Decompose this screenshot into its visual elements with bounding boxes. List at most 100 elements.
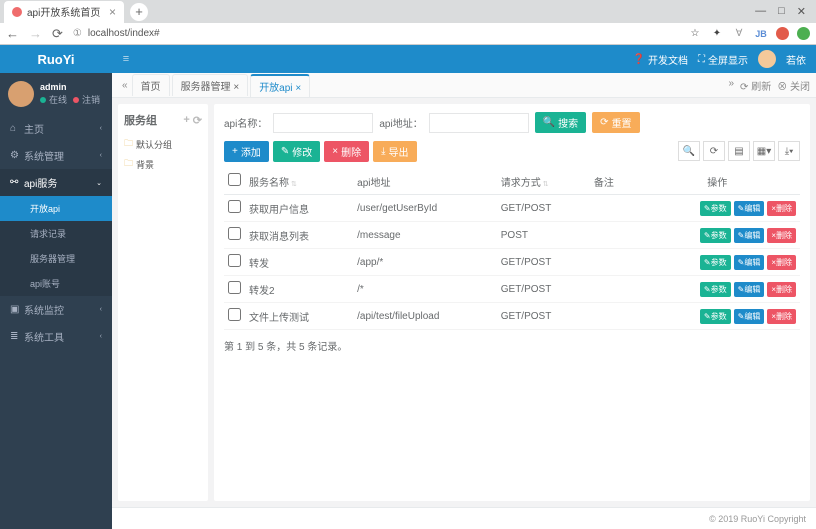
menu-system-monitor[interactable]: ▣系统监控‹	[0, 296, 112, 323]
row-edit-button[interactable]: ✎编辑	[734, 309, 765, 324]
col-name[interactable]: 服务名称⇅	[245, 168, 353, 195]
reset-button[interactable]: ⟳ 重置	[592, 112, 639, 133]
api-name-label: api名称：	[224, 115, 267, 130]
search-row: api名称： api地址： 🔍 搜索 ⟳ 重置	[224, 112, 800, 133]
back-icon[interactable]: ←	[6, 26, 19, 41]
top-navbar: RuoYi ≡ ❓ 开发文档 ⛶ 全屏显示 若依	[0, 45, 816, 73]
row-checkbox[interactable]	[228, 254, 241, 267]
bookmark-icon[interactable]: ☆	[688, 27, 702, 41]
menu-open-api[interactable]: 开放api	[0, 196, 112, 221]
col-addr[interactable]: api地址	[353, 168, 497, 195]
wtab-home[interactable]: 首页	[132, 74, 170, 96]
minimize-icon[interactable]: —	[755, 5, 766, 18]
tab-next-icon[interactable]: »	[728, 78, 734, 93]
col-remark[interactable]: 备注	[590, 168, 635, 195]
new-tab-button[interactable]: +	[130, 3, 148, 21]
table-row: 文件上传测试 /api/test/fileUpload GET/POST ✎参数…	[224, 303, 800, 330]
row-edit-button[interactable]: ✎编辑	[734, 282, 765, 297]
row-checkbox[interactable]	[228, 281, 241, 294]
menu-system-mgmt[interactable]: ⚙系统管理‹	[0, 142, 112, 169]
reload-icon[interactable]: ⟳	[52, 26, 63, 42]
tab-prev-icon[interactable]: «	[118, 80, 132, 91]
modify-button[interactable]: ✎ 修改	[273, 141, 320, 162]
row-delete-button[interactable]: ×删除	[767, 309, 796, 324]
cell-method: GET/POST	[497, 303, 590, 330]
menu-home[interactable]: ⌂主页‹	[0, 115, 112, 142]
row-delete-button[interactable]: ×删除	[767, 201, 796, 216]
site-info-icon[interactable]: ①	[73, 28, 82, 39]
row-params-button[interactable]: ✎参数	[700, 228, 731, 243]
logout-dot-icon	[73, 97, 79, 103]
ext-red-icon[interactable]	[776, 27, 789, 40]
dev-docs-link[interactable]: ❓ 开发文档	[633, 52, 688, 67]
cell-name: 获取用户信息	[245, 195, 353, 222]
delete-button[interactable]: × 删除	[324, 141, 369, 162]
ext-green-icon[interactable]	[797, 27, 810, 40]
user-name-link[interactable]: 若依	[786, 52, 806, 67]
row-delete-button[interactable]: ×删除	[767, 255, 796, 270]
row-checkbox[interactable]	[228, 308, 241, 321]
select-all-checkbox[interactable]	[228, 173, 241, 186]
url-field[interactable]: ① localhost/index#	[73, 28, 678, 39]
menu-server-mgmt[interactable]: 服务器管理	[0, 246, 112, 271]
menu-request-log[interactable]: 请求记录	[0, 221, 112, 246]
fullscreen-link[interactable]: ⛶ 全屏显示	[698, 52, 748, 67]
api-addr-input[interactable]	[429, 113, 529, 133]
grid-icon-button[interactable]: ▦▾	[753, 141, 775, 161]
gear-icon: ⚙	[10, 150, 24, 161]
row-params-button[interactable]: ✎参数	[700, 201, 731, 216]
browser-tab[interactable]: api开放系统首页 ×	[4, 1, 124, 23]
row-delete-button[interactable]: ×删除	[767, 228, 796, 243]
camera-icon: ▣	[10, 304, 24, 315]
wtab-server-mgmt[interactable]: 服务器管理 ×	[172, 74, 249, 96]
row-delete-button[interactable]: ×删除	[767, 282, 796, 297]
brand[interactable]: RuoYi	[0, 52, 112, 67]
profile-icon[interactable]: ∀	[732, 27, 746, 41]
extensions-icon[interactable]: ✦	[710, 27, 724, 41]
row-edit-button[interactable]: ✎编辑	[734, 228, 765, 243]
menu-toggle-icon[interactable]: ≡	[112, 53, 140, 65]
menu-api-service[interactable]: ⚯api服务⌄	[0, 169, 112, 196]
online-label: 在线	[49, 93, 67, 106]
export-button[interactable]: ⤓ 导出	[373, 141, 416, 162]
search-button[interactable]: 🔍 搜索	[535, 112, 586, 133]
api-name-input[interactable]	[273, 113, 373, 133]
row-checkbox[interactable]	[228, 200, 241, 213]
col-method[interactable]: 请求方式⇅	[497, 168, 590, 195]
tab-favicon	[12, 7, 22, 17]
add-button[interactable]: + 添加	[224, 141, 269, 162]
cell-method: GET/POST	[497, 249, 590, 276]
table-header-row: 服务名称⇅ api地址 请求方式⇅ 备注 操作	[224, 168, 800, 195]
tree-add-icon[interactable]: +	[183, 114, 189, 126]
menu-system-tool[interactable]: ≣系统工具‹	[0, 323, 112, 350]
jb-icon[interactable]: JB	[754, 27, 768, 41]
wtab-open-api[interactable]: 开放api ×	[250, 74, 310, 97]
table-row: 获取用户信息 /user/getUserById GET/POST ✎参数 ✎编…	[224, 195, 800, 222]
tree-refresh-icon[interactable]: ⟳	[193, 114, 202, 127]
row-checkbox[interactable]	[228, 227, 241, 240]
user-avatar-icon[interactable]	[758, 50, 776, 68]
row-edit-button[interactable]: ✎编辑	[734, 255, 765, 270]
download-icon-button[interactable]: ⤓▾	[778, 141, 800, 161]
tree-item-default[interactable]: 🗀默认分组	[124, 134, 202, 154]
avatar[interactable]	[8, 81, 34, 107]
tab-close-icon[interactable]: ×	[109, 5, 116, 19]
forward-icon[interactable]: →	[29, 26, 42, 41]
logout-link[interactable]: 注销	[82, 93, 100, 106]
refresh-icon-button[interactable]: ⟳	[703, 141, 725, 161]
tab-close[interactable]: ⊗ 关闭	[777, 78, 810, 93]
row-params-button[interactable]: ✎参数	[700, 282, 731, 297]
close-icon[interactable]: ✕	[797, 5, 806, 18]
columns-icon-button[interactable]: ▤	[728, 141, 750, 161]
search-icon-button[interactable]: 🔍	[678, 141, 700, 161]
menu-api-account[interactable]: api账号	[0, 271, 112, 296]
row-params-button[interactable]: ✎参数	[700, 255, 731, 270]
row-edit-button[interactable]: ✎编辑	[734, 201, 765, 216]
maximize-icon[interactable]: □	[778, 5, 785, 18]
user-panel: admin 在线 注销	[0, 73, 112, 115]
api-addr-label: api地址：	[379, 115, 422, 130]
tab-refresh[interactable]: ⟳ 刷新	[740, 78, 771, 93]
cell-name: 转发2	[245, 276, 353, 303]
tree-item-search[interactable]: 🗀背景	[124, 154, 202, 174]
row-params-button[interactable]: ✎参数	[700, 309, 731, 324]
